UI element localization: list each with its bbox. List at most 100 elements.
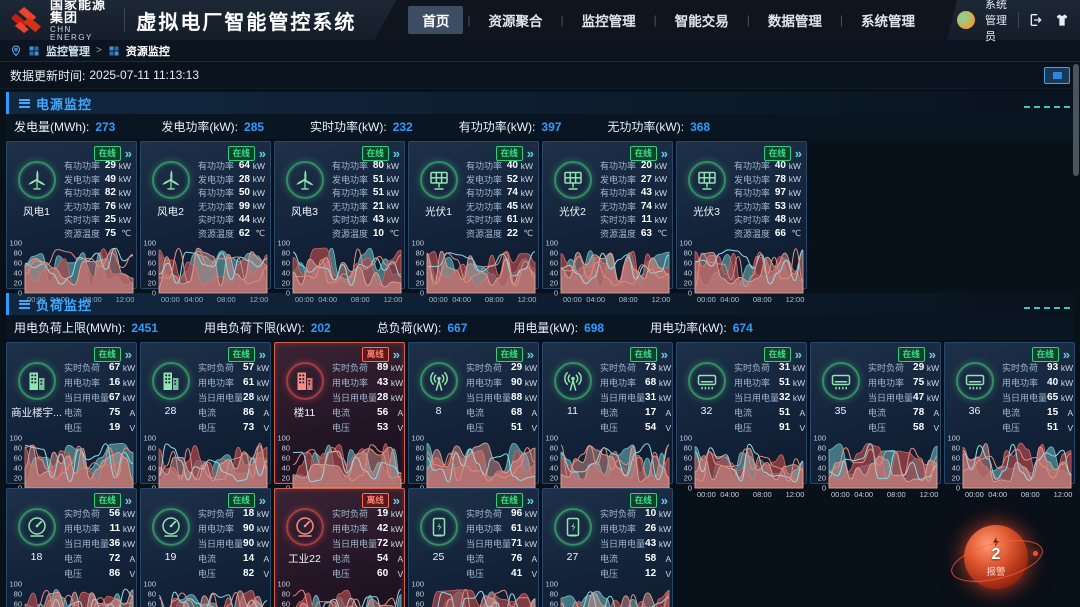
metric-value: 29 — [913, 362, 924, 373]
expand-chevron-icon[interactable]: » — [393, 147, 400, 160]
device-card[interactable]: 离线 » 工业22 实时负荷19kW用电功率42kW当日用电量72kW电流54A… — [274, 488, 405, 607]
device-name: 风电1 — [23, 204, 50, 219]
metric-label: 电压 — [198, 567, 243, 580]
nav-item-3[interactable]: 智能交易 — [661, 6, 743, 34]
metric-value: 68 — [645, 377, 656, 388]
device-card[interactable]: 在线 » 32 实时负荷31kW用电功率51kW当日用电量32kW电流51A电压… — [676, 342, 807, 484]
nav-item-4[interactable]: 数据管理 — [754, 6, 836, 34]
nav-item-2[interactable]: 监控管理 — [568, 6, 650, 34]
stat-item: 有功功率(kW): 397 — [459, 118, 562, 135]
expand-chevron-icon[interactable]: » — [259, 494, 266, 507]
device-card[interactable]: 在线 » 25 实时负荷96kW用电功率61kW当日用电量71kW电流76A电压… — [408, 488, 539, 607]
breadcrumb-parent[interactable]: 监控管理 — [46, 43, 90, 59]
expand-chevron-icon[interactable]: » — [259, 147, 266, 160]
card-body: 35 实时负荷29kW用电功率75kW当日用电量47kW电流78A电压58V — [813, 360, 938, 435]
theme-skin-icon[interactable] — [1054, 10, 1070, 30]
svg-text:80: 80 — [416, 249, 424, 258]
device-card[interactable]: 离线 » 楼11 实时负荷89kW用电功率43kW当日用电量28kW电流56A电… — [274, 342, 405, 484]
svg-text:40: 40 — [148, 464, 156, 473]
metric-row: 电压60V — [332, 566, 403, 581]
nav-item-1[interactable]: 资源聚合 — [475, 6, 557, 34]
metric-value: 19 — [377, 508, 388, 519]
panel-toggle-button[interactable] — [1044, 67, 1070, 84]
metric-unit: kW — [656, 524, 671, 534]
breadcrumb-current[interactable]: 资源监控 — [126, 43, 170, 59]
metric-unit: A — [120, 554, 135, 564]
metric-row: 当日用电量88kW — [466, 390, 537, 405]
expand-chevron-icon[interactable]: » — [1063, 348, 1070, 361]
stat-value: 232 — [393, 120, 413, 134]
svg-text:100: 100 — [545, 435, 558, 443]
metric-row: 当日用电量28kW — [198, 390, 269, 405]
device-card[interactable]: 在线 » 11 实时负荷73kW用电功率68kW当日用电量31kW电流17A电压… — [542, 342, 673, 484]
metric-label: 无功功率 — [198, 200, 239, 213]
device-card[interactable]: 在线 » 风电2 有功功率64kW发电功率28kW有功功率50kW无功功率99k… — [140, 141, 271, 289]
device-card[interactable]: 在线 » 28 实时负荷57kW用电功率61kW当日用电量28kW电流86A电压… — [140, 342, 271, 484]
expand-chevron-icon[interactable]: » — [527, 147, 534, 160]
expand-chevron-icon[interactable]: » — [125, 348, 132, 361]
device-card[interactable]: 在线 » 19 实时负荷18kW用电功率90kW当日用电量90kW电流14A电压… — [140, 488, 271, 607]
expand-chevron-icon[interactable]: » — [125, 494, 132, 507]
metric-label: 发电功率 — [332, 173, 373, 186]
expand-chevron-icon[interactable]: » — [661, 348, 668, 361]
nav-item-5[interactable]: 系统管理 — [847, 6, 929, 34]
nav-item-0[interactable]: 首页 — [408, 6, 463, 34]
metric-row: 无功功率21kW — [332, 200, 399, 214]
metric-unit: kW — [250, 161, 265, 171]
device-card[interactable]: 在线 » 风电1 有功功率29kW发电功率49kW有功功率82kW无功功率76k… — [6, 141, 137, 289]
card-left: 光伏2 — [545, 159, 600, 240]
expand-chevron-icon[interactable]: » — [125, 147, 132, 160]
expand-chevron-icon[interactable]: » — [259, 348, 266, 361]
metric-value: 71 — [511, 538, 522, 549]
expand-chevron-icon[interactable]: » — [661, 147, 668, 160]
expand-chevron-icon[interactable]: » — [795, 147, 802, 160]
scrollbar[interactable] — [1073, 64, 1079, 604]
device-card[interactable]: 在线 » 8 实时负荷29kW用电功率90kW当日用电量88kW电流68A电压5… — [408, 342, 539, 484]
metric-value: 43 — [641, 187, 652, 198]
device-card[interactable]: 在线 » 光伏1 有功功率40kW发电功率52kW有功功率74kW无功功率45k… — [408, 141, 539, 289]
metric-unit: kW — [116, 161, 131, 171]
device-card[interactable]: 在线 » 商业楼宇... 实时负荷67kW用电功率16kW当日用电量67kW电流… — [6, 342, 137, 484]
expand-chevron-icon[interactable]: » — [393, 348, 400, 361]
expand-chevron-icon[interactable]: » — [929, 348, 936, 361]
expand-chevron-icon[interactable]: » — [527, 494, 534, 507]
logout-icon[interactable] — [1028, 10, 1044, 30]
device-card[interactable]: 在线 » 18 实时负荷56kW用电功率11kW当日用电量36kW电流72A电压… — [6, 488, 137, 607]
device-card[interactable]: 在线 » 光伏3 有功功率40kW发电功率78kW有功功率97kW无功功率53k… — [676, 141, 807, 289]
device-metrics: 有功功率64kW发电功率28kW有功功率50kW无功功率99kW实时功率44kW… — [198, 159, 268, 240]
svg-text:20: 20 — [14, 279, 22, 288]
svg-text:80: 80 — [14, 444, 22, 453]
metric-value: 72 — [377, 538, 388, 549]
device-card[interactable]: 在线 » 27 实时负荷10kW用电功率26kW当日用电量43kW电流58A电压… — [542, 488, 673, 607]
device-name: 28 — [165, 405, 177, 417]
expand-chevron-icon[interactable]: » — [527, 348, 534, 361]
svg-text:100: 100 — [277, 435, 290, 443]
expand-chevron-icon[interactable]: » — [393, 494, 400, 507]
user-avatar[interactable] — [957, 11, 975, 29]
metric-row: 有功功率64kW — [198, 159, 265, 173]
expand-chevron-icon[interactable]: » — [661, 494, 668, 507]
device-card[interactable]: 在线 » 35 实时负荷29kW用电功率75kW当日用电量47kW电流78A电压… — [810, 342, 941, 484]
svg-text:40: 40 — [818, 464, 826, 473]
device-card[interactable]: 在线 » 光伏2 有功功率20kW发电功率27kW有功功率43kW无功功率74k… — [542, 141, 673, 289]
device-card[interactable]: 在线 » 36 实时负荷93kW用电功率40kW当日用电量65kW电流15A电压… — [944, 342, 1075, 484]
metric-unit: V — [120, 423, 135, 433]
metric-value: 10 — [645, 508, 656, 519]
device-name: 19 — [165, 551, 177, 563]
metric-value: 54 — [377, 553, 388, 564]
expand-chevron-icon[interactable]: » — [795, 348, 802, 361]
metric-value: 80 — [373, 160, 384, 171]
metric-value: 43 — [645, 538, 656, 549]
metric-value: 75 — [105, 228, 116, 239]
metric-row: 发电功率27kW — [600, 173, 667, 187]
svg-text:100: 100 — [679, 240, 692, 248]
solar-device-icon — [554, 161, 592, 199]
scrollbar-thumb[interactable] — [1073, 64, 1079, 176]
breadcrumb-separator: > — [96, 45, 102, 56]
alarm-badge[interactable]: 2 报警 — [964, 525, 1028, 589]
svg-text:0: 0 — [822, 484, 826, 493]
user-name[interactable]: 系统管理员 — [985, 0, 1008, 44]
device-card[interactable]: 在线 » 风电3 有功功率80kW发电功率51kW有功功率51kW无功功率21k… — [274, 141, 405, 289]
metric-value: 17 — [645, 407, 656, 418]
card-body: 风电1 有功功率29kW发电功率49kW有功功率82kW无功功率76kW实时功率… — [9, 159, 134, 240]
